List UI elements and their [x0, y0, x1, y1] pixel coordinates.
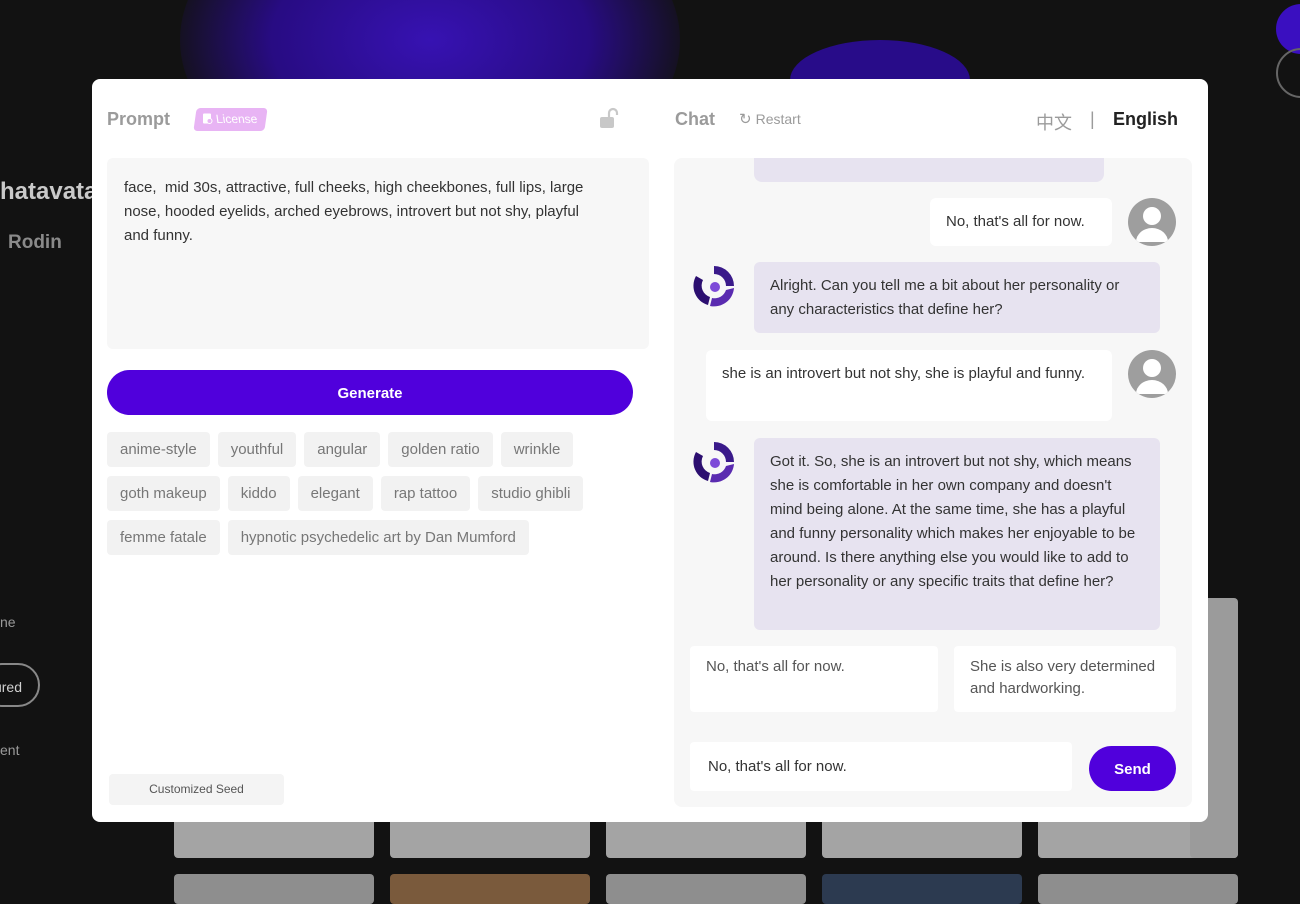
prompt-textarea[interactable]: face, mid 30s, attractive, full cheeks, …	[107, 158, 649, 349]
chat-conversation[interactable]: No, that's all for now. Alright. Can you…	[674, 158, 1192, 807]
background-nav-item: ent	[0, 742, 20, 758]
style-tag[interactable]: femme fatale	[107, 520, 220, 555]
user-message: No, that's all for now.	[930, 198, 1112, 246]
previous-message-edge	[754, 158, 1104, 182]
user-message: she is an introvert but not shy, she is …	[706, 350, 1112, 421]
style-tag[interactable]: rap tattoo	[380, 476, 471, 511]
bot-message: Alright. Can you tell me a bit about her…	[754, 262, 1160, 333]
background-card	[174, 818, 374, 858]
chat-input[interactable]	[690, 742, 1072, 791]
style-tag[interactable]: hypnotic psychedelic art by Dan Mumford	[227, 520, 529, 555]
refresh-icon: ↻	[739, 111, 752, 128]
background-card	[1038, 874, 1238, 904]
background-card	[390, 874, 590, 904]
background-card	[390, 818, 590, 858]
style-tag[interactable]: golden ratio	[388, 432, 493, 467]
bot-avatar-icon	[693, 266, 734, 307]
prompt-title: Prompt	[107, 109, 170, 129]
unlock-icon[interactable]	[598, 107, 620, 131]
prompt-panel: Prompt License face, mid 30s, attractive…	[92, 79, 652, 822]
license-label: License	[214, 112, 259, 126]
prompt-text: face, mid 30s, attractive, full cheeks, …	[124, 179, 584, 244]
background-heading: hatavata	[0, 178, 98, 205]
style-tag[interactable]: angular	[304, 432, 381, 467]
style-tag[interactable]: kiddo	[227, 476, 290, 511]
bot-avatar-icon	[693, 442, 734, 483]
suggested-reply[interactable]: No, that's all for now.	[690, 646, 938, 712]
restart-label: Restart	[755, 111, 801, 127]
user-avatar	[1128, 350, 1176, 398]
style-tag[interactable]: elegant	[297, 476, 373, 511]
background-card	[606, 874, 806, 904]
license-icon	[203, 113, 213, 124]
bot-message: Got it. So, she is an introvert but not …	[754, 438, 1160, 630]
user-avatar	[1128, 198, 1176, 246]
send-button[interactable]: Send	[1089, 746, 1176, 791]
style-tag-list: anime-style youthful angular golden rati…	[107, 432, 617, 555]
background-nav-item: ured	[0, 663, 40, 707]
background-nav-item: ne	[0, 614, 16, 630]
background-card	[822, 874, 1022, 904]
style-tag[interactable]: studio ghibli	[478, 476, 584, 511]
user-avatar-icon	[1136, 359, 1168, 394]
prompt-chat-modal: Prompt License face, mid 30s, attractive…	[92, 79, 1208, 822]
style-tag[interactable]: anime-style	[107, 432, 210, 467]
background-card	[822, 818, 1022, 858]
chat-title: Chat	[675, 109, 715, 129]
background-subheading: Rodin	[8, 232, 62, 253]
style-tag[interactable]: goth makeup	[107, 476, 220, 511]
style-tag[interactable]: wrinkle	[500, 432, 574, 467]
style-tag[interactable]: youthful	[217, 432, 297, 467]
language-chinese[interactable]: 中文	[1036, 109, 1072, 135]
background-icon-button	[1276, 48, 1300, 98]
background-card	[606, 818, 806, 858]
background-avatar	[1276, 4, 1300, 54]
user-avatar-icon	[1136, 207, 1168, 242]
language-english[interactable]: English	[1113, 109, 1178, 130]
restart-button[interactable]: ↻ Restart	[739, 110, 801, 128]
customized-seed-button[interactable]: Customized Seed	[109, 774, 284, 805]
suggested-reply[interactable]: She is also very determined and hardwork…	[954, 646, 1176, 712]
generate-button[interactable]: Generate	[107, 370, 633, 415]
background-card	[174, 874, 374, 904]
language-separator: |	[1090, 109, 1095, 129]
license-badge[interactable]: License	[193, 108, 268, 131]
